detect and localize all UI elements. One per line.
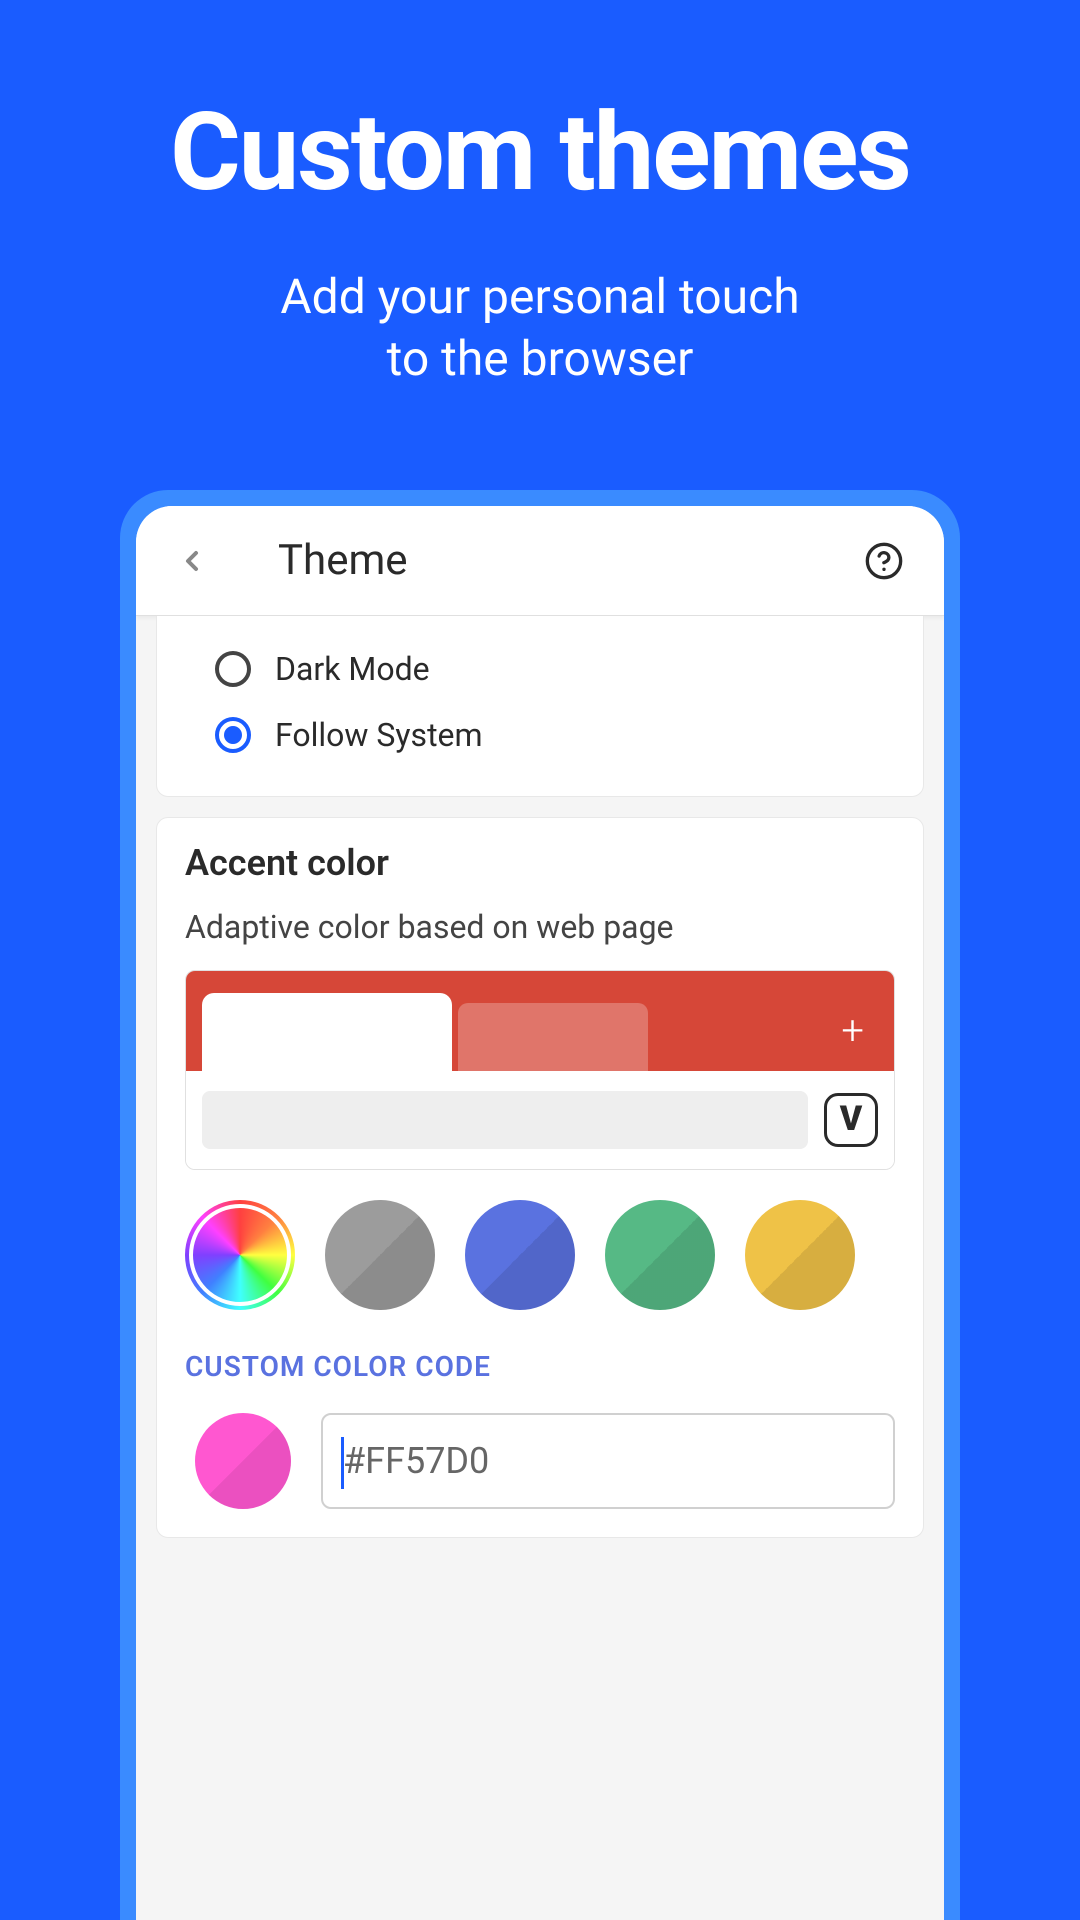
swatch-green[interactable]: [605, 1200, 715, 1310]
phone-frame: Theme Dark Mode Follow System Accent co: [120, 490, 960, 1920]
hero-subtitle: Add your personal touch to the browser: [0, 266, 1080, 391]
back-icon[interactable]: [176, 545, 208, 577]
settings-header: Theme: [136, 506, 944, 616]
preview-tab-active: [202, 993, 452, 1071]
accent-title: Accent color: [185, 842, 895, 884]
radio-follow-system[interactable]: Follow System: [185, 702, 895, 768]
vivaldi-icon: [824, 1093, 878, 1147]
text-cursor: [341, 1437, 344, 1489]
color-swatches: [185, 1200, 895, 1310]
custom-color-row: #FF57D0: [185, 1413, 895, 1509]
custom-color-input[interactable]: #FF57D0: [321, 1413, 895, 1509]
preview-toolbar: [186, 1071, 894, 1169]
promo-hero: Custom themes Add your personal touch to…: [0, 0, 1080, 391]
radio-dark-mode[interactable]: Dark Mode: [185, 636, 895, 702]
preview-urlbar: [202, 1091, 808, 1149]
theme-mode-card: Dark Mode Follow System: [156, 616, 924, 797]
accent-color-card: Accent color Adaptive color based on web…: [156, 817, 924, 1538]
radio-icon-selected: [215, 717, 251, 753]
radio-icon: [215, 651, 251, 687]
hero-title: Custom themes: [0, 90, 1080, 216]
phone-screen: Theme Dark Mode Follow System Accent co: [136, 506, 944, 1920]
radio-label: Dark Mode: [275, 650, 430, 688]
accent-description: Adaptive color based on web page: [185, 908, 895, 946]
swatch-yellow[interactable]: [745, 1200, 855, 1310]
plus-icon: +: [841, 1007, 864, 1054]
swatch-gray[interactable]: [325, 1200, 435, 1310]
help-icon[interactable]: [864, 541, 904, 581]
radio-label: Follow System: [275, 716, 483, 754]
swatch-adaptive[interactable]: [185, 1200, 295, 1310]
theme-preview: +: [185, 970, 895, 1170]
custom-color-label: CUSTOM COLOR CODE: [185, 1350, 895, 1383]
custom-color-swatch[interactable]: [195, 1413, 291, 1509]
preview-tabbar: +: [186, 971, 894, 1071]
swatch-blue[interactable]: [465, 1200, 575, 1310]
preview-tab-inactive: [458, 1003, 648, 1071]
page-title: Theme: [278, 536, 408, 585]
